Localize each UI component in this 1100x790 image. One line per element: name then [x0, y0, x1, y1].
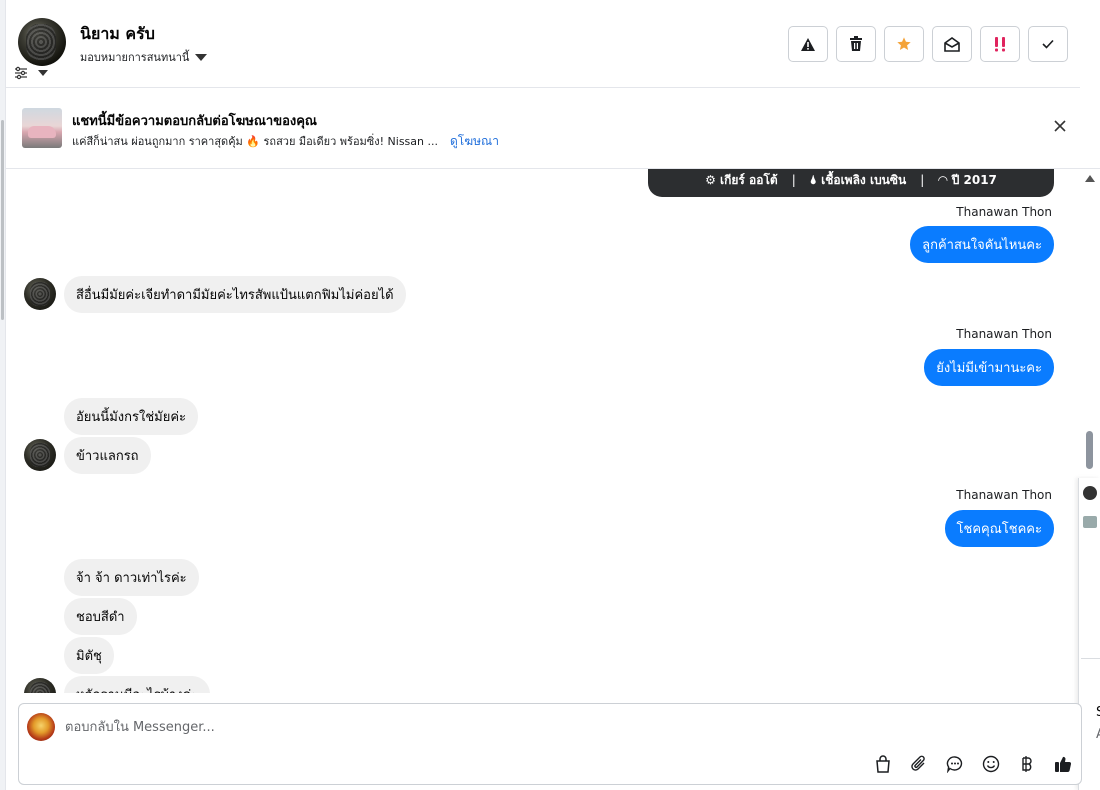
sender-name: Thanawan Thon	[956, 205, 1052, 219]
car-spec-card: ⚙ เกียร์ ออโต้ | 🌢 เชื้อเพลิง เบนซิน | ◠…	[648, 169, 1054, 197]
attach-button[interactable]	[909, 754, 929, 774]
page-avatar	[27, 713, 55, 741]
incoming-message[interactable]: ข้าวแลกรถ	[64, 437, 151, 474]
mini-thumbnail[interactable]	[1083, 516, 1097, 528]
chevron-down-icon	[195, 53, 208, 61]
filter-control[interactable]	[14, 66, 48, 80]
close-banner-button[interactable]	[1050, 118, 1070, 138]
incoming-message[interactable]: อัยนนี้มังกรใช่มัยค่ะ	[64, 398, 199, 435]
trash-icon	[850, 36, 862, 51]
sender-name: Thanawan Thon	[956, 488, 1052, 502]
thumbs-up-icon	[1055, 756, 1072, 772]
sliders-icon	[15, 66, 27, 80]
ad-reply-banner: แชทนี้มีข้อความตอบกลับต่อโฆษณาของคุณ แค่…	[6, 88, 1100, 169]
assign-conversation-dropdown[interactable]: มอบหมายการสนทนานี้	[80, 48, 208, 66]
emoji-icon	[982, 755, 1000, 773]
chevron-down-icon	[38, 70, 48, 76]
spam-button[interactable]	[788, 26, 828, 62]
ad-banner-title: แชทนี้มีข้อความตอบกลับต่อโฆษณาของคุณ	[72, 114, 317, 129]
shopping-bag-icon	[876, 755, 890, 773]
shop-button[interactable]	[873, 754, 893, 774]
spec-separator: |	[920, 173, 925, 187]
outgoing-message[interactable]: โชคคุณโชคคะ	[944, 510, 1054, 547]
composer-toolbar	[873, 754, 1073, 774]
contact-name[interactable]: นิยาม ครับ	[80, 22, 155, 47]
contact-avatar-small[interactable]	[24, 439, 56, 471]
mark-unread-button[interactable]	[932, 26, 972, 62]
check-icon	[1042, 39, 1054, 49]
like-button[interactable]	[1053, 754, 1073, 774]
mini-avatar[interactable]	[1083, 486, 1097, 500]
star-icon	[897, 37, 911, 50]
view-ad-link[interactable]: ดูโฆษณา	[450, 132, 499, 151]
emoji-button[interactable]	[981, 754, 1001, 774]
reply-input[interactable]	[65, 716, 965, 738]
exclamation-icon	[995, 37, 1005, 52]
left-scrollbar[interactable]	[1, 120, 4, 320]
incoming-message[interactable]: มิตัชุ	[64, 637, 114, 674]
warning-icon	[801, 37, 815, 51]
assign-label: มอบหมายการสนทนานี้	[80, 51, 190, 64]
star-button[interactable]	[884, 26, 924, 62]
envelope-open-icon	[944, 36, 960, 52]
side-card-letter: A	[1096, 727, 1100, 742]
side-card-letter: S	[1096, 705, 1100, 720]
contact-avatar-small[interactable]	[24, 278, 56, 310]
ad-thumbnail[interactable]	[22, 108, 62, 148]
incoming-message[interactable]: หลักฐานมีอะไรบ้างค่ะ	[64, 676, 211, 693]
follow-up-button[interactable]	[980, 26, 1020, 62]
conversation-header: นิยาม ครับ มอบหมายการสนทนานี้	[6, 0, 1080, 88]
baht-icon	[1022, 756, 1032, 772]
saved-replies-button[interactable]	[945, 754, 965, 774]
message-thread[interactable]: ⚙ เกียร์ ออโต้ | 🌢 เชื้อเพลิง เบนซิน | ◠…	[6, 169, 1080, 693]
ad-description: แค่สีก็น่าสน ผ่อนถูกมาก ราคาสุดคุ้ม 🔥 รถ…	[72, 135, 438, 148]
scroll-thumb[interactable]	[1086, 431, 1093, 469]
side-card: S A	[1081, 658, 1100, 790]
header-toolbar	[788, 26, 1068, 62]
delete-button[interactable]	[836, 26, 876, 62]
spec-separator: |	[791, 173, 796, 187]
close-icon	[1054, 120, 1066, 132]
spec-year: ◠ ปี 2017	[938, 172, 997, 187]
paperclip-icon	[911, 755, 925, 771]
scroll-up-arrow-icon[interactable]	[1085, 175, 1095, 182]
payment-button[interactable]	[1017, 754, 1037, 774]
mark-done-button[interactable]	[1028, 26, 1068, 62]
outgoing-message[interactable]: ยังไม่มีเข้ามานะคะ	[924, 349, 1054, 386]
spec-gear: ⚙ เกียร์ ออโต้	[705, 172, 778, 187]
incoming-message[interactable]: จ้า จ้า ดาวเท่าไรค่ะ	[64, 559, 199, 596]
outgoing-message[interactable]: ลูกค้าสนใจคันไหนคะ	[910, 226, 1054, 263]
ad-banner-subtitle: แค่สีก็น่าสน ผ่อนถูกมาก ราคาสุดคุ้ม 🔥 รถ…	[72, 132, 499, 151]
incoming-message[interactable]: สีอื่นมีมัยค่ะเจียทำดามีมัยค่ะไทรสัพแป้น…	[64, 276, 406, 313]
saved-reply-icon	[946, 756, 963, 773]
incoming-message[interactable]: ชอบสีดำ	[64, 598, 137, 635]
contact-avatar[interactable]	[18, 18, 66, 66]
reply-composer	[18, 703, 1082, 785]
contact-avatar-small[interactable]	[24, 678, 56, 693]
sender-name: Thanawan Thon	[956, 327, 1052, 341]
spec-fuel: 🌢 เชื้อเพลิง เบนซิน	[809, 172, 907, 187]
